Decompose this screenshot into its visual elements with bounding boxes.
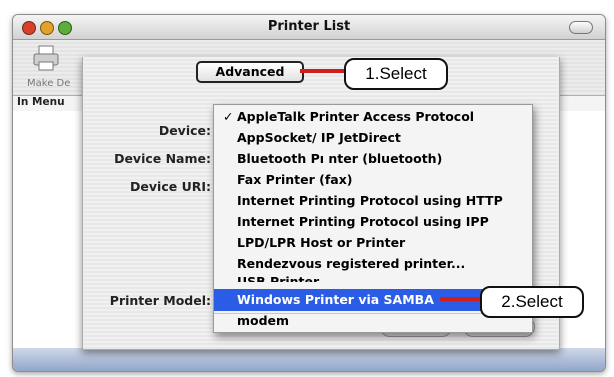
menu-item-label: AppleTalk Printer Access Protocol — [237, 109, 475, 124]
menu-item-label: Rendezvous registered printer... — [237, 256, 466, 271]
window-title: Printer List — [267, 19, 351, 34]
advanced-popup[interactable]: Advanced — [196, 61, 304, 83]
toolbar-toggle-button[interactable] — [569, 21, 593, 34]
menu-item-rendezvous[interactable]: Rendezvous registered printer... — [214, 254, 532, 274]
callout-1-line — [300, 69, 346, 73]
device-label: Device: — [158, 123, 211, 138]
title-bar: Printer List — [13, 15, 605, 40]
menu-item-usb[interactable]: USB Printer — [214, 272, 532, 282]
column-header-in-menu[interactable]: In Menu — [17, 96, 65, 108]
menu-item-label: AppSocket/ IP JetDirect — [237, 130, 401, 145]
menu-item-fax[interactable]: Fax Printer (fax) — [214, 170, 532, 190]
printer-icon — [33, 45, 59, 71]
callout-2: 2.Select — [480, 286, 584, 318]
menu-item-ipp-http[interactable]: Internet Printing Protocol using HTTP — [214, 191, 532, 211]
callout-2-line — [440, 297, 482, 301]
bottom-bar — [13, 348, 605, 371]
menu-item-bluetooth[interactable]: Bluetooth Pı nter (bluetooth) — [214, 149, 532, 169]
menu-item-appletalk[interactable]: ✓ AppleTalk Printer Access Protocol — [214, 107, 532, 127]
make-default-label: Make De — [27, 78, 71, 89]
menu-item-ipp[interactable]: Internet Printing Protocol using IPP — [214, 212, 532, 232]
menu-item-label: Internet Printing Protocol using IPP — [237, 214, 489, 229]
printer-model-label: Printer Model: — [109, 293, 211, 308]
menu-item-label: Bluetooth Pı nter (bluetooth) — [237, 151, 443, 166]
device-uri-label: Device URI: — [130, 179, 211, 194]
checkmark-icon: ✓ — [223, 109, 234, 124]
make-default-button[interactable]: Make De — [27, 44, 70, 90]
menu-item-label: Internet Printing Protocol using HTTP — [237, 193, 503, 208]
menu-item-label: modem — [237, 313, 290, 328]
device-name-label: Device Name: — [114, 151, 211, 166]
menu-item-label: LPD/LPR Host or Printer — [237, 235, 406, 250]
menu-item-label: Fax Printer (fax) — [237, 172, 353, 187]
menu-item-label: USB Printer — [237, 274, 320, 282]
callout-1: 1.Select — [344, 58, 448, 90]
menu-item-appsocket[interactable]: AppSocket/ IP JetDirect — [214, 128, 532, 148]
menu-item-lpd[interactable]: LPD/LPR Host or Printer — [214, 233, 532, 253]
menu-item-label: Windows Printer via SAMBA — [237, 292, 434, 307]
